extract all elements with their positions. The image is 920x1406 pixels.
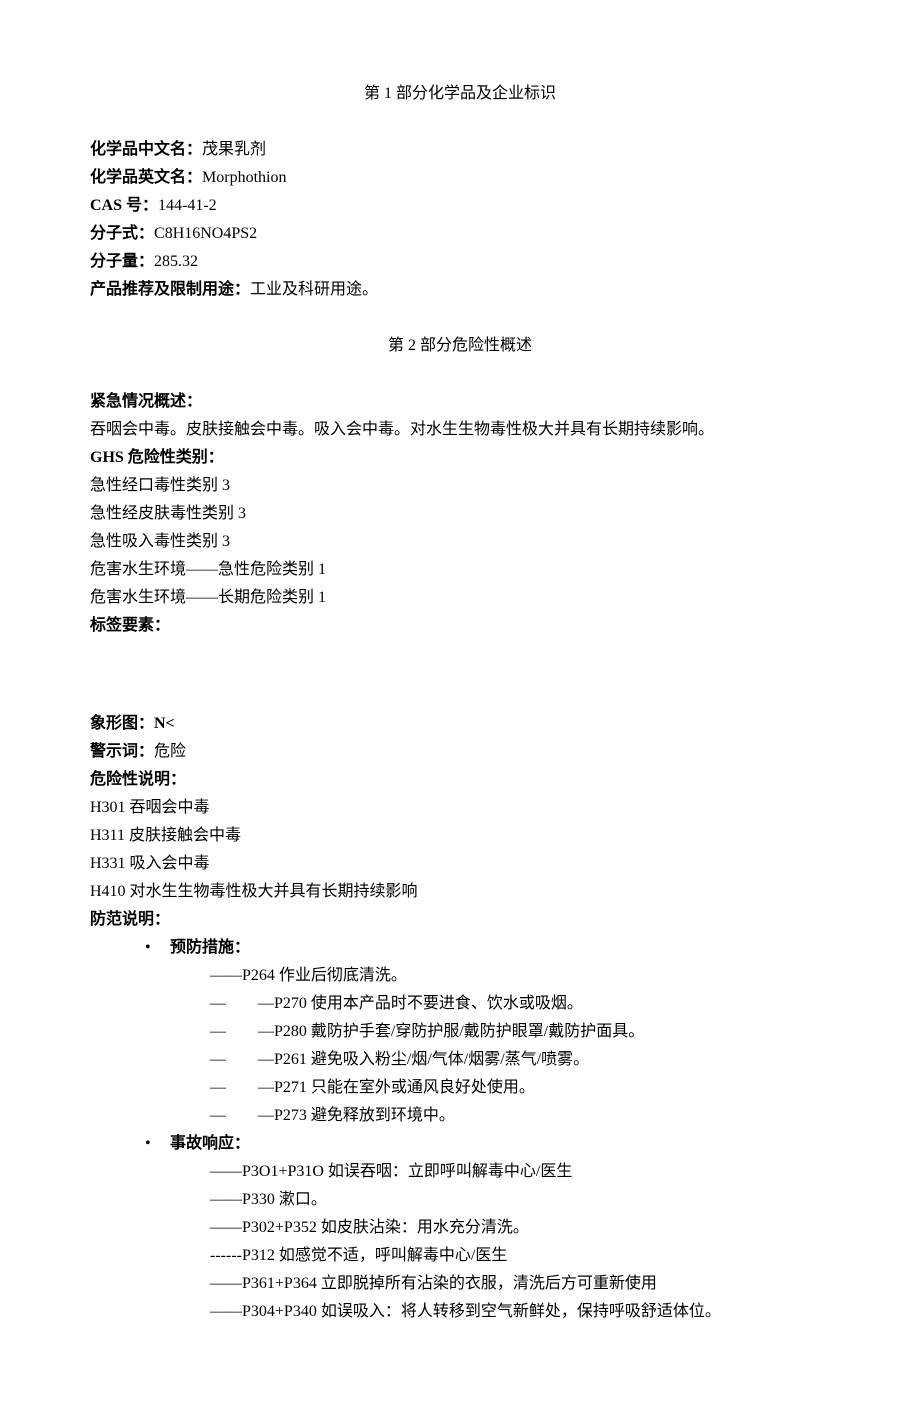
- formula-row: 分子式：C8H16NO4PS2: [90, 220, 830, 248]
- cas-row: CAS 号：144-41-2: [90, 192, 830, 220]
- mw-row: 分子量：285.32: [90, 248, 830, 276]
- tag-label: 标签要素：: [90, 612, 830, 640]
- response-item: ——P330 漱口。: [170, 1186, 830, 1214]
- cn-name-label: 化学品中文名：: [90, 141, 202, 158]
- formula-label: 分子式：: [90, 225, 154, 242]
- signal-label: 警示词：: [90, 743, 154, 760]
- section1-title: 第 1 部分化学品及企业标识: [90, 80, 830, 108]
- prevent-label: 预防措施：: [170, 939, 250, 956]
- cas-value: 144-41-2: [158, 197, 217, 214]
- response-item: ——P304+P340 如误吸入：将人转移到空气新鲜处，保持呼吸舒适体位。: [170, 1298, 830, 1326]
- cn-name-value: 茂果乳剂: [202, 141, 266, 158]
- signal-value: 危险: [154, 743, 186, 760]
- en-name-row: 化学品英文名：Morphothion: [90, 164, 830, 192]
- use-label: 产品推荐及限制用途：: [90, 281, 250, 298]
- section2-title: 第 2 部分危险性概述: [90, 332, 830, 360]
- response-item: ------P312 如感觉不适，呼叫解毒中心/医生: [170, 1242, 830, 1270]
- hazard-item: H311 皮肤接触会中毒: [90, 822, 830, 850]
- ghs-item: 急性经口毒性类别 3: [90, 472, 830, 500]
- precaution-label: 防范说明：: [90, 906, 830, 934]
- cas-label: CAS 号：: [90, 197, 158, 214]
- prevent-item: — —P280 戴防护手套/穿防护服/戴防护眼罩/戴防护面具。: [170, 1018, 830, 1046]
- use-value: 工业及科研用途。: [250, 281, 378, 298]
- response-label: 事故响应：: [170, 1135, 250, 1152]
- emergency-text: 吞咽会中毒。皮肤接触会中毒。吸入会中毒。对水生生物毒性极大并具有长期持续影响。: [90, 416, 830, 444]
- emergency-label: 紧急情况概述：: [90, 388, 830, 416]
- prevent-item: — —P270 使用本产品时不要进食、饮水或吸烟。: [170, 990, 830, 1018]
- response-item: ——P3O1+P31O 如误吞咽：立即呼叫解毒中心/医生: [170, 1158, 830, 1186]
- ghs-label: GHS 危险性类别：: [90, 444, 830, 472]
- prevent-header: 预防措施： ——P264 作业后彻底清洗。 — —P270 使用本产品时不要进食…: [90, 934, 830, 1130]
- signal-row: 警示词：危险: [90, 738, 830, 766]
- response-item: ——P302+P352 如皮肤沾染：用水充分清洗。: [170, 1214, 830, 1242]
- pictogram: 象形图：N<: [90, 710, 830, 738]
- mw-value: 285.32: [154, 253, 198, 270]
- ghs-item: 危害水生环境——急性危险类别 1: [90, 556, 830, 584]
- ghs-item: 急性经皮肤毒性类别 3: [90, 500, 830, 528]
- prevent-item: — —P271 只能在室外或通风良好处使用。: [170, 1074, 830, 1102]
- hazard-label: 危险性说明：: [90, 766, 830, 794]
- en-name-value: Morphothion: [202, 169, 286, 186]
- ghs-item: 急性吸入毒性类别 3: [90, 528, 830, 556]
- cn-name-row: 化学品中文名：茂果乳剂: [90, 136, 830, 164]
- en-name-label: 化学品英文名：: [90, 169, 202, 186]
- hazard-item: H331 吸入会中毒: [90, 850, 830, 878]
- ghs-item: 危害水生环境——长期危险类别 1: [90, 584, 830, 612]
- prevent-item: ——P264 作业后彻底清洗。: [170, 962, 830, 990]
- hazard-item: H301 吞咽会中毒: [90, 794, 830, 822]
- use-row: 产品推荐及限制用途：工业及科研用途。: [90, 276, 830, 304]
- prevent-item: — —P261 避免吸入粉尘/烟/气体/烟雾/蒸气/喷雾。: [170, 1046, 830, 1074]
- response-header: 事故响应： ——P3O1+P31O 如误吞咽：立即呼叫解毒中心/医生 ——P33…: [90, 1130, 830, 1326]
- mw-label: 分子量：: [90, 253, 154, 270]
- response-item: ——P361+P364 立即脱掉所有沾染的衣服，清洗后方可重新使用: [170, 1270, 830, 1298]
- hazard-item: H410 对水生生物毒性极大并具有长期持续影响: [90, 878, 830, 906]
- formula-value: C8H16NO4PS2: [154, 225, 257, 242]
- prevent-item: — —P273 避免释放到环境中。: [170, 1102, 830, 1130]
